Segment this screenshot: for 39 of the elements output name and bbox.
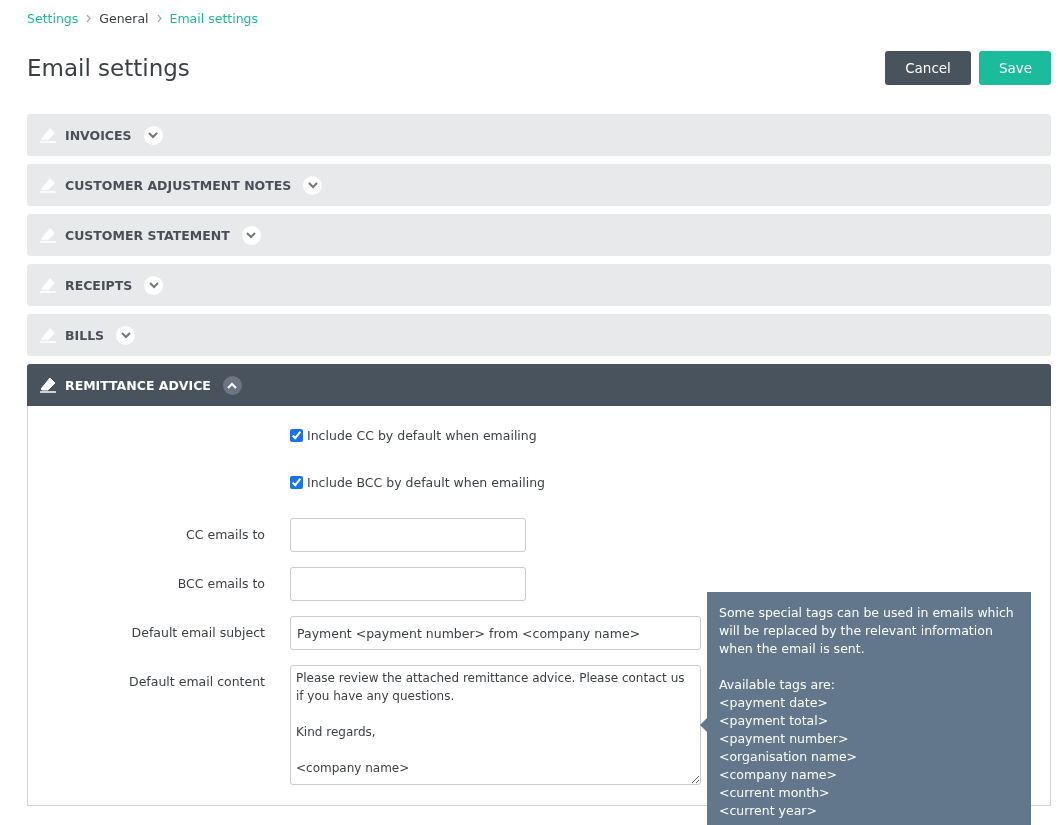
cancel-button[interactable]: Cancel [885, 51, 971, 85]
field-label: CC emails to [185, 526, 265, 542]
field-label: BCC emails to [176, 575, 265, 591]
eraser-icon [39, 377, 57, 393]
text-field[interactable] [290, 518, 526, 552]
text-field[interactable] [290, 567, 526, 601]
text-field[interactable]: Payment <payment number> from <company name> [290, 616, 701, 650]
chevron-down-icon[interactable] [143, 125, 163, 145]
tooltip-text: Some special tags can be used in emails which will be replaced by the relevant information when the email is sent. [719, 604, 1015, 658]
tag-item: <payment total> [719, 712, 830, 730]
tag-item: <payment date> [719, 694, 829, 712]
chevron-down-icon[interactable] [303, 175, 323, 195]
checkbox-label: Include BCC by default when emailing [307, 474, 546, 490]
chevron-right-icon [156, 13, 162, 23]
chevron-down-icon[interactable] [116, 325, 136, 345]
breadcrumb-item: General [99, 10, 149, 26]
tag-item: <company name> [719, 766, 838, 784]
section-header[interactable]: CUSTOMER ADJUSTMENT NOTES [27, 164, 1051, 206]
chevron-down-icon[interactable] [144, 275, 164, 295]
section-header[interactable]: CUSTOMER STATEMENT [27, 214, 1051, 256]
tag-item: <current month> [719, 784, 831, 802]
section-header[interactable]: REMITTANCE ADVICE [27, 364, 1051, 406]
textarea-field[interactable]: Please review the attached remittance advice. Please contact us if you have any questions. Kind regards, <company name> [290, 665, 701, 785]
checkbox-label: Include CC by default when emailing [307, 427, 537, 443]
tag-item: <payment number> [719, 730, 850, 748]
tooltip-heading: Available tags are: [719, 676, 836, 694]
chevron-up-icon[interactable] [222, 375, 242, 395]
chevron-right-icon [86, 13, 92, 23]
checkbox[interactable] [290, 428, 303, 442]
checkbox[interactable] [290, 475, 303, 489]
tag-item: <organisation name> [719, 748, 859, 766]
field-label: Default email content [128, 673, 265, 689]
field-label: Default email subject [130, 624, 265, 640]
section-header[interactable]: RECEIPTS [27, 264, 1051, 306]
section-header[interactable]: INVOICES [27, 114, 1051, 156]
section-header[interactable]: BILLS [27, 314, 1051, 356]
tag-item: <current year> [719, 802, 818, 820]
chevron-down-icon[interactable] [241, 225, 261, 245]
page-title: Email settings [27, 55, 191, 81]
